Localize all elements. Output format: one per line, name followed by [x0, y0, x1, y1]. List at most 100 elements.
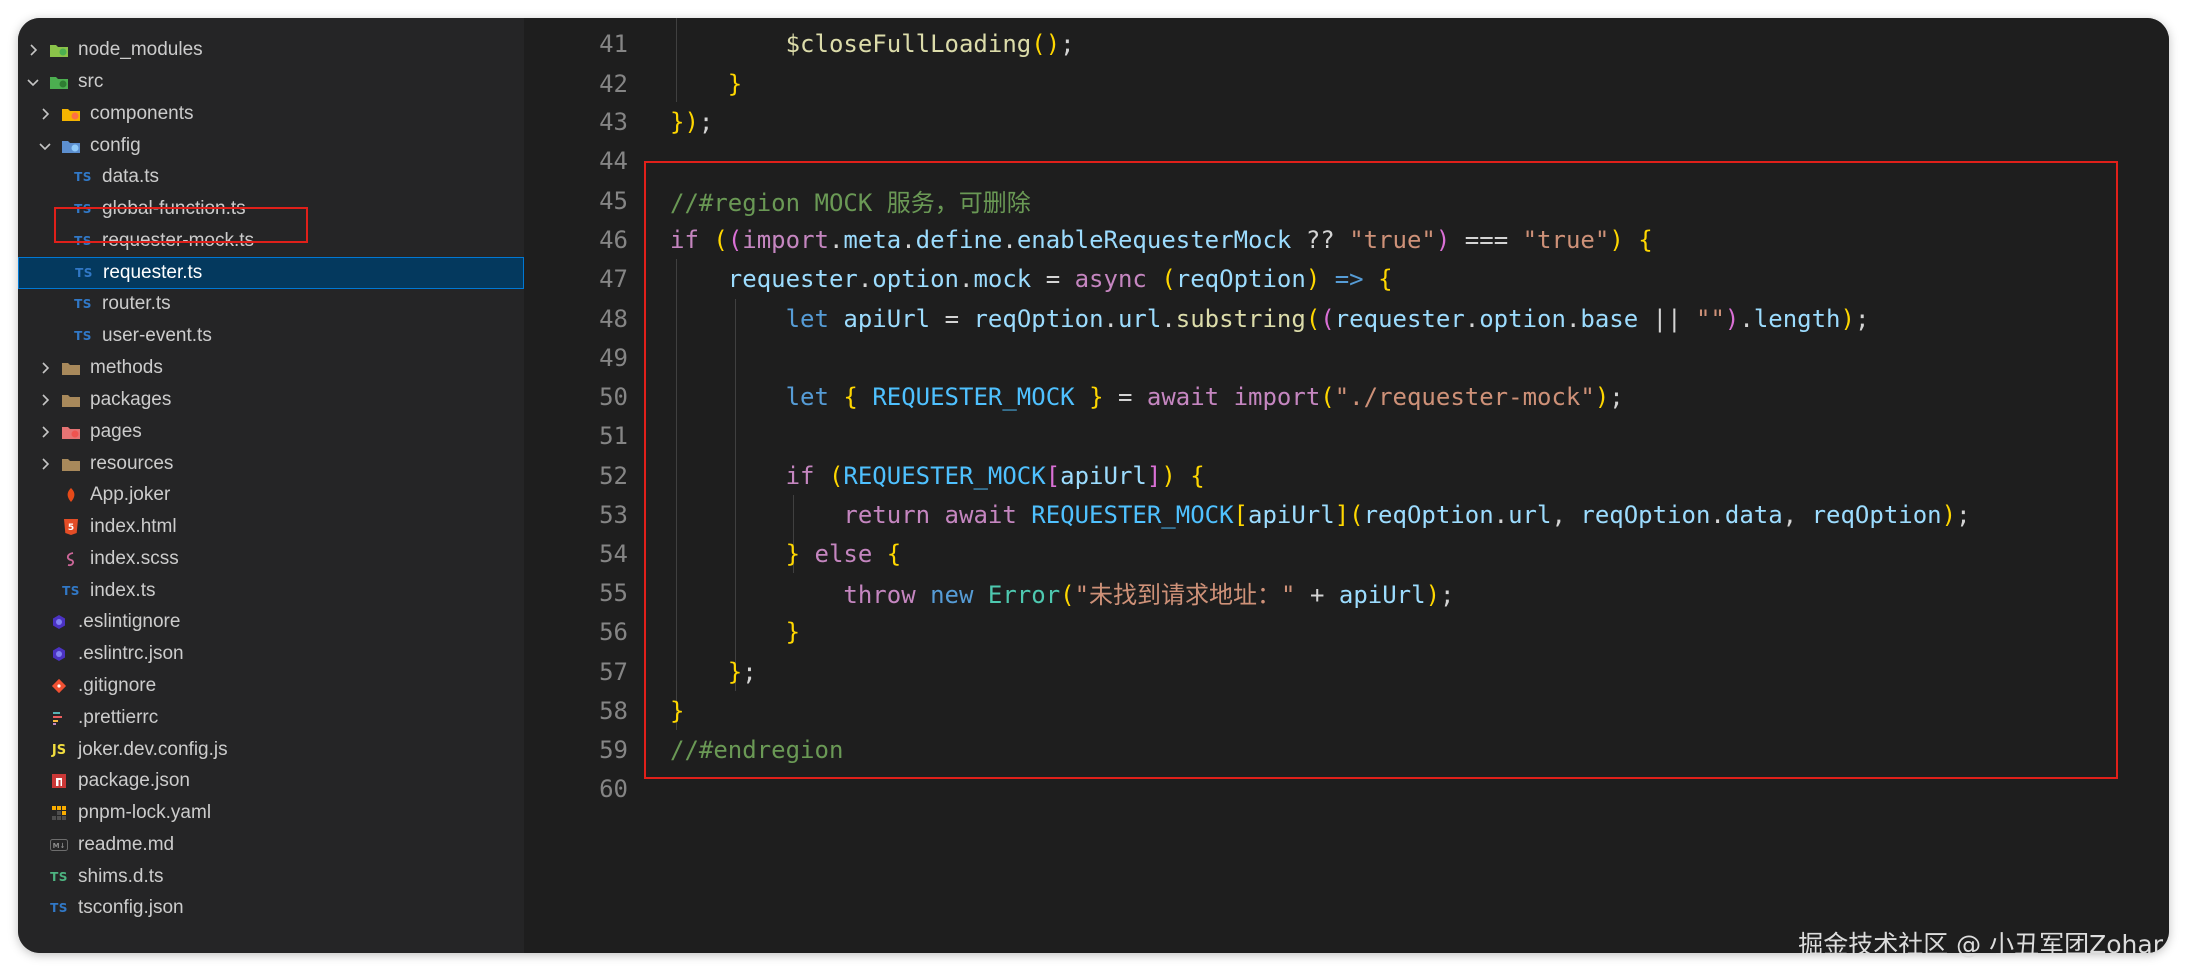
methods-folder-icon — [60, 358, 82, 378]
tree-file-index-ts[interactable]: TS index.ts — [18, 575, 524, 607]
tree-folder-config[interactable]: config — [18, 130, 524, 162]
code-line[interactable]: 57 }; — [524, 652, 757, 691]
code-line[interactable]: 43}); — [524, 102, 713, 141]
code-text: return await REQUESTER_MOCK[apiUrl](reqO… — [843, 500, 1971, 529]
tree-file-index-html[interactable]: 5 index.html — [18, 511, 524, 543]
tree-item-label: requester.ts — [103, 262, 203, 283]
tree-file-global-function-ts[interactable]: TS global-function.ts — [18, 193, 524, 225]
prettier-file-icon — [48, 708, 70, 728]
tree-file-data-ts[interactable]: TS data.ts — [18, 161, 524, 193]
tree-file-joker-dev-config-js[interactable]: JS joker.dev.config.js — [18, 734, 524, 766]
tree-file-package-json[interactable]: package.json — [18, 765, 524, 797]
vscode-window: node_modulessrc components config TS data.ts… — [18, 18, 2169, 953]
code-line[interactable]: 51 — [524, 416, 670, 455]
code-line[interactable]: 46 if ((import.meta.define.enableRequeste… — [524, 220, 1653, 259]
code-line[interactable]: 45 //#region MOCK 服务，可删除 — [524, 181, 1031, 220]
typescript-file-icon: TS — [74, 170, 92, 184]
npm-file-icon — [48, 771, 70, 791]
code-line[interactable]: 54 } else { — [524, 534, 901, 573]
tree-item-label: index.html — [90, 516, 177, 537]
tree-folder-pages[interactable]: pages — [18, 416, 524, 448]
tree-file-eslintrc-json[interactable]: .eslintrc.json — [18, 638, 524, 670]
tree-item-label: config — [90, 135, 141, 156]
tree-folder-node-modules[interactable]: node_modules — [18, 34, 524, 66]
chevron-down-icon[interactable] — [38, 139, 52, 153]
tree-file-gitignore[interactable]: .gitignore — [18, 670, 524, 702]
typescript-file-icon: TS — [74, 329, 92, 343]
tree-item-label: tsconfig.json — [78, 897, 184, 918]
code-line[interactable]: 47 requester.option.mock = async (reqOpt… — [524, 259, 1392, 298]
svg-text:M↓: M↓ — [53, 842, 66, 850]
code-line[interactable]: 53 return await REQUESTER_MOCK[apiUrl](r… — [524, 495, 1971, 534]
code-line[interactable]: 56 } — [524, 612, 800, 651]
tree-item-label: shims.d.ts — [78, 866, 164, 887]
typescript-definition-file-icon: TS — [50, 870, 68, 884]
chevron-right-icon[interactable] — [38, 425, 52, 439]
code-line[interactable]: 42 } — [524, 64, 742, 103]
node-modules-folder-icon — [48, 40, 70, 60]
code-line[interactable]: 41 $closeFullLoading(); — [524, 24, 1075, 63]
code-editor[interactable]: 41 $closeFullLoading(); 42 } 43}); 44 45//#r… — [524, 18, 2169, 953]
tree-file-tsconfig-json[interactable]: TS tsconfig.json — [18, 892, 524, 924]
code-line[interactable]: 49 — [524, 338, 670, 377]
tree-folder-resources[interactable]: resources — [18, 448, 524, 480]
tree-file-readme-md[interactable]: M↓ readme.md — [18, 829, 524, 861]
code-text: let apiUrl = reqOption.url.substring((re… — [785, 304, 1870, 333]
tree-file-requester-mock-ts[interactable]: TS requester-mock.ts — [18, 225, 524, 257]
chevron-right-icon[interactable] — [26, 43, 40, 57]
tree-item-label: .eslintrc.json — [78, 643, 184, 664]
typescript-file-icon: TS — [62, 584, 80, 598]
tree-file-prettierrc[interactable]: .prettierrc — [18, 702, 524, 734]
scss-file-icon — [60, 549, 82, 569]
line-number: 57 — [599, 657, 628, 686]
tree-file-pnpm-lock-yaml[interactable]: pnpm-lock.yaml — [18, 797, 524, 829]
tree-item-label: .prettierrc — [78, 707, 159, 728]
tree-file-shims-d-ts[interactable]: TS shims.d.ts — [18, 861, 524, 893]
code-line[interactable]: 55 throw new Error("未找到请求地址：" + apiUrl); — [524, 573, 1454, 612]
tree-folder-components[interactable]: components — [18, 98, 524, 130]
line-number: 60 — [599, 774, 628, 803]
code-line[interactable]: 58} — [524, 691, 684, 730]
config-folder-icon — [60, 136, 82, 156]
code-line[interactable]: 44 — [524, 141, 670, 180]
tree-folder-src[interactable]: src — [18, 66, 524, 98]
line-number: 53 — [599, 500, 628, 529]
chevron-down-icon[interactable] — [26, 75, 40, 89]
tree-file-router-ts[interactable]: TS router.ts — [18, 288, 524, 320]
line-number: 55 — [599, 578, 628, 607]
tree-item-label: src — [78, 71, 104, 92]
tree-item-label: index.ts — [90, 580, 156, 601]
tree-file-requester-ts[interactable]: TS requester.ts — [18, 257, 524, 289]
tree-folder-packages[interactable]: packages — [18, 384, 524, 416]
line-number: 48 — [599, 304, 628, 333]
code-line[interactable]: 60 — [524, 769, 670, 808]
tree-item-label: package.json — [78, 770, 190, 791]
line-number: 49 — [599, 343, 628, 372]
chevron-right-icon[interactable] — [38, 393, 52, 407]
code-line[interactable]: 48 let apiUrl = reqOption.url.substring(… — [524, 299, 1869, 338]
chevron-right-icon[interactable] — [38, 457, 52, 471]
tree-folder-methods[interactable]: methods — [18, 352, 524, 384]
tree-file-eslintignore[interactable]: .eslintignore — [18, 606, 524, 638]
git-file-icon — [48, 676, 70, 696]
line-number: 50 — [599, 382, 628, 411]
tree-file-user-event-ts[interactable]: TS user-event.ts — [18, 320, 524, 352]
typescript-file-icon: TS — [74, 297, 92, 311]
tree-item-label: App.joker — [90, 484, 171, 505]
code-line[interactable]: 59 //#endregion — [524, 730, 843, 769]
tree-file-index-scss[interactable]: index.scss — [18, 543, 524, 575]
tree-file-app-joker[interactable]: App.joker — [18, 479, 524, 511]
chevron-right-icon[interactable] — [38, 361, 52, 375]
code-text: } — [670, 696, 685, 725]
code-text: } else { — [785, 539, 902, 568]
code-line[interactable]: 52 if (REQUESTER_MOCK[apiUrl]) { — [524, 456, 1205, 495]
components-folder-icon — [60, 104, 82, 124]
tree-item-label: router.ts — [102, 293, 171, 314]
chevron-right-icon[interactable] — [38, 107, 52, 121]
code-text: if ((import.meta.define.enableRequesterM… — [670, 225, 1653, 254]
tree-item-label: joker.dev.config.js — [78, 739, 228, 760]
line-number: 44 — [599, 146, 628, 175]
line-number: 54 — [599, 539, 628, 568]
code-line[interactable]: 50 let { REQUESTER_MOCK } = await import… — [524, 377, 1624, 416]
line-number: 59 — [599, 735, 628, 764]
